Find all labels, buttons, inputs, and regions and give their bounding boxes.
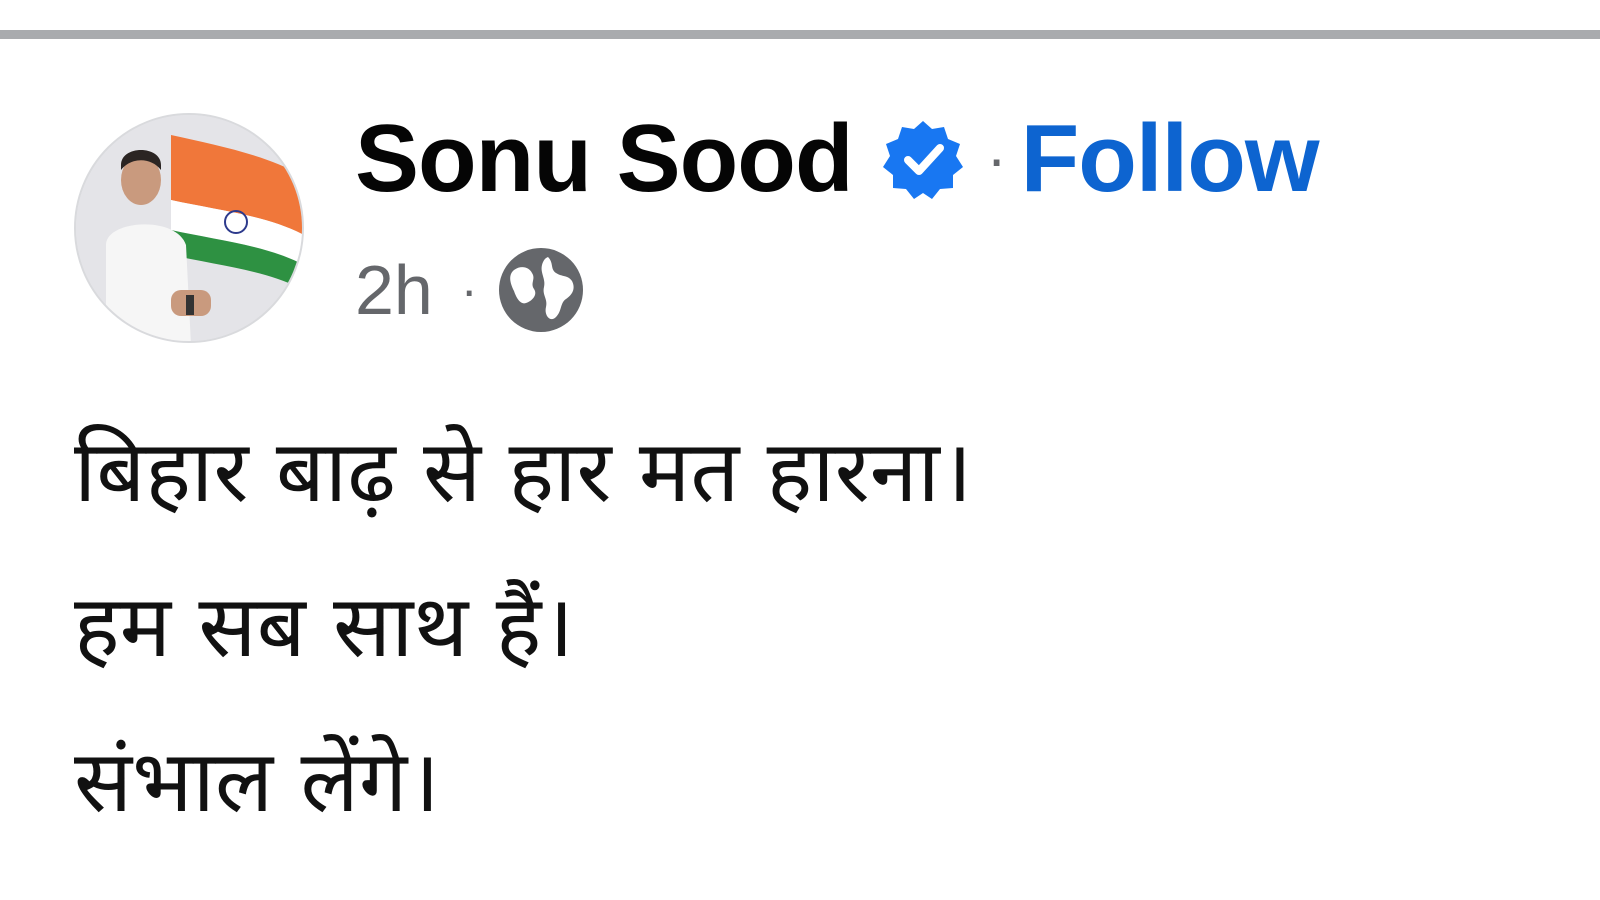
- meta-separator: ·: [460, 262, 478, 318]
- verified-badge-icon: [881, 117, 965, 201]
- post-header: Sonu Sood · Follow: [355, 104, 1319, 214]
- post-line: संभाल लेंगे।: [74, 732, 440, 832]
- post-meta: 2h ·: [355, 240, 586, 340]
- globe-icon[interactable]: [496, 245, 586, 335]
- avatar-image: [76, 115, 302, 341]
- post-line: बिहार बाढ़ से हार मत हारना।: [74, 422, 973, 522]
- post-text: बिहार बाढ़ से हार मत हारना। हम सब साथ है…: [74, 395, 1554, 860]
- follow-button[interactable]: Follow: [1021, 104, 1320, 214]
- top-divider: [0, 30, 1600, 39]
- author-name[interactable]: Sonu Sood: [355, 104, 854, 214]
- header-separator: ·: [986, 125, 1007, 192]
- post-timestamp[interactable]: 2h: [355, 250, 433, 330]
- avatar[interactable]: [74, 113, 304, 343]
- post-line: हम सब साथ हैं।: [74, 577, 574, 677]
